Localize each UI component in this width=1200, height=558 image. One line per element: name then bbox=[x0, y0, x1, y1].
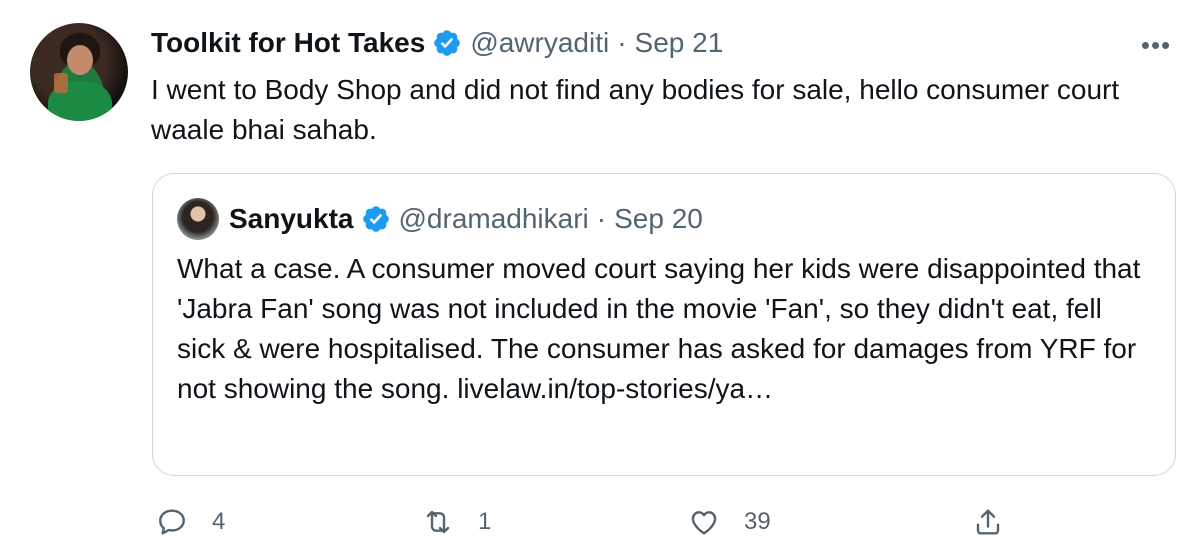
tweet-text: I went to Body Shop and did not find any… bbox=[151, 74, 1120, 145]
separator: · bbox=[617, 27, 627, 58]
retweet-button[interactable]: 1 bbox=[422, 500, 491, 544]
share-button[interactable] bbox=[972, 500, 1004, 544]
quoted-avatar[interactable] bbox=[177, 198, 219, 240]
avatar-glass bbox=[54, 73, 68, 93]
avatar[interactable] bbox=[30, 23, 128, 121]
like-count: 39 bbox=[744, 508, 771, 535]
more-icon[interactable]: ••• bbox=[1138, 30, 1174, 60]
avatar-face bbox=[67, 45, 93, 75]
quoted-tweet[interactable]: Sanyukta @dramadhikari · Sep 20 What a c… bbox=[152, 173, 1176, 476]
retweet-icon bbox=[426, 510, 450, 534]
user-handle[interactable]: @awryaditi bbox=[470, 27, 609, 59]
tweet-date[interactable]: Sep 21 bbox=[635, 27, 724, 59]
verified-badge-icon bbox=[362, 206, 389, 232]
like-icon bbox=[691, 511, 717, 535]
quoted-text: What a case. A consumer moved court sayi… bbox=[177, 253, 1141, 404]
like-button[interactable]: 39 bbox=[688, 500, 771, 544]
reply-button[interactable]: 4 bbox=[156, 500, 225, 544]
quoted-handle[interactable]: @dramadhikari bbox=[399, 203, 589, 235]
share-icon bbox=[976, 509, 1000, 535]
display-name[interactable]: Toolkit for Hot Takes bbox=[151, 27, 425, 59]
reply-count: 4 bbox=[212, 508, 226, 535]
quoted-date[interactable]: Sep 20 bbox=[614, 203, 703, 235]
verified-badge-icon bbox=[434, 30, 461, 56]
quoted-display-name[interactable]: Sanyukta bbox=[229, 203, 354, 235]
tweet[interactable]: Toolkit for Hot Takes @awryaditi · Sep 2… bbox=[0, 0, 1200, 558]
tweet-header: Toolkit for Hot Takes @awryaditi · Sep 2… bbox=[151, 26, 723, 60]
quoted-header: Sanyukta @dramadhikari · Sep 20 bbox=[229, 202, 703, 236]
action-bar: 4 1 39 bbox=[150, 500, 1180, 544]
separator: · bbox=[596, 203, 607, 234]
reply-icon bbox=[159, 509, 185, 535]
retweet-count: 1 bbox=[478, 508, 492, 535]
